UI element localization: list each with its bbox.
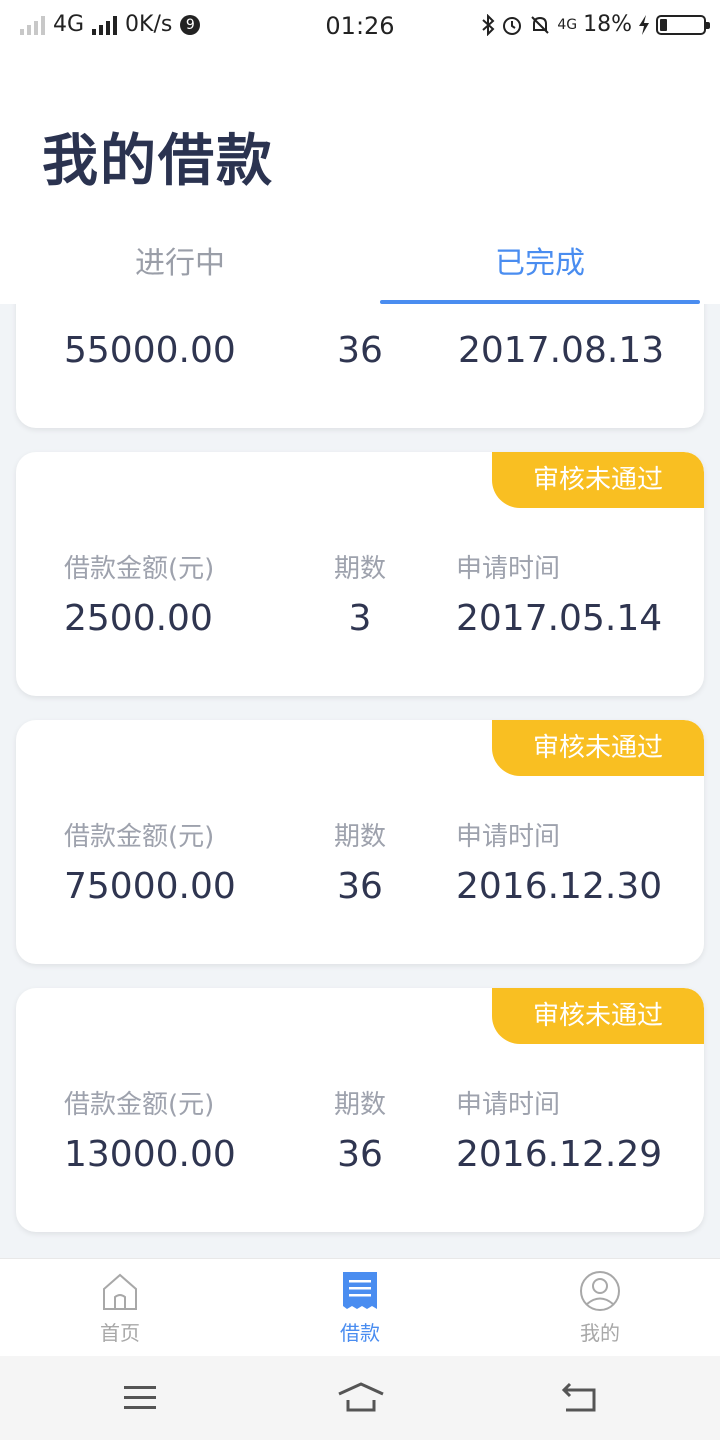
periods-label: 期数 — [333, 1090, 386, 1120]
battery-percent: 18% — [583, 12, 632, 37]
loan-amount: 75000.00 — [64, 866, 236, 907]
menu-icon[interactable] — [118, 1378, 162, 1418]
amount-label: 借款金额(元) — [64, 822, 215, 852]
back-icon[interactable] — [558, 1378, 602, 1418]
loan-amount: 2500.00 — [64, 598, 213, 639]
date-label: 申请时间 — [456, 1090, 561, 1120]
nav-profile[interactable]: 我的 — [540, 1269, 660, 1346]
battery-icon — [656, 14, 710, 35]
network-type-2: 4G — [557, 16, 578, 33]
bluetooth-icon — [482, 13, 495, 36]
bottom-nav: 首页 借款 我的 — [0, 1258, 720, 1356]
nav-home[interactable]: 首页 — [60, 1269, 180, 1346]
user-icon — [580, 1271, 620, 1311]
loan-card[interactable]: 55000.00 36 2017.08.13 — [16, 304, 704, 428]
nav-home-label: 首页 — [100, 1321, 140, 1345]
loan-amount: 13000.00 — [64, 1134, 236, 1175]
home-icon — [103, 1273, 137, 1310]
tab-bar: 进行中 已完成 — [0, 222, 720, 304]
loan-periods: 36 — [337, 1134, 383, 1175]
loan-list[interactable]: 55000.00 36 2017.08.13 审核未通过 借款金额(元) 期数 … — [0, 304, 720, 1258]
loan-card[interactable]: 审核未通过 借款金额(元) 期数 申请时间 75000.00 36 2016.1… — [16, 720, 704, 964]
charging-icon — [639, 14, 649, 35]
amount-label: 借款金额(元) — [64, 554, 215, 584]
document-icon — [343, 1272, 377, 1309]
loan-periods: 3 — [348, 598, 372, 639]
home-button-icon[interactable] — [336, 1378, 386, 1418]
status-badge: 审核未通过 — [492, 452, 704, 508]
loan-date: 2017.05.14 — [456, 598, 663, 639]
tab-completed[interactable]: 已完成 — [360, 238, 720, 282]
periods-label: 期数 — [333, 554, 386, 584]
nav-loans[interactable]: 借款 — [300, 1269, 420, 1346]
loan-date: 2017.08.13 — [458, 330, 665, 371]
mute-bell-icon — [531, 15, 550, 34]
date-label: 申请时间 — [456, 822, 561, 852]
status-badge: 审核未通过 — [492, 720, 704, 776]
status-badge: 审核未通过 — [492, 988, 704, 1044]
loan-card[interactable]: 审核未通过 借款金额(元) 期数 申请时间 13000.00 36 2016.1… — [16, 988, 704, 1232]
system-nav-bar — [0, 1356, 720, 1440]
loan-date: 2016.12.30 — [456, 866, 663, 907]
status-right: 4G 18% — [481, 12, 710, 37]
page-title: 我的借款 — [42, 129, 274, 194]
loan-amount: 55000.00 — [64, 330, 236, 371]
loan-periods: 36 — [337, 330, 383, 371]
loan-card[interactable]: 审核未通过 借款金额(元) 期数 申请时间 2500.00 3 2017.05.… — [16, 452, 704, 696]
periods-label: 期数 — [333, 822, 386, 852]
loan-date: 2016.12.29 — [456, 1134, 663, 1175]
status-bar: 4G 0K/s 9 01:26 4G 18% — [0, 0, 720, 52]
nav-profile-label: 我的 — [580, 1321, 620, 1345]
loan-periods: 36 — [337, 866, 383, 907]
tab-in-progress[interactable]: 进行中 — [0, 238, 360, 282]
nav-loans-label: 借款 — [340, 1321, 380, 1345]
alarm-icon — [503, 16, 522, 35]
date-label: 申请时间 — [456, 554, 561, 584]
amount-label: 借款金额(元) — [64, 1090, 215, 1120]
